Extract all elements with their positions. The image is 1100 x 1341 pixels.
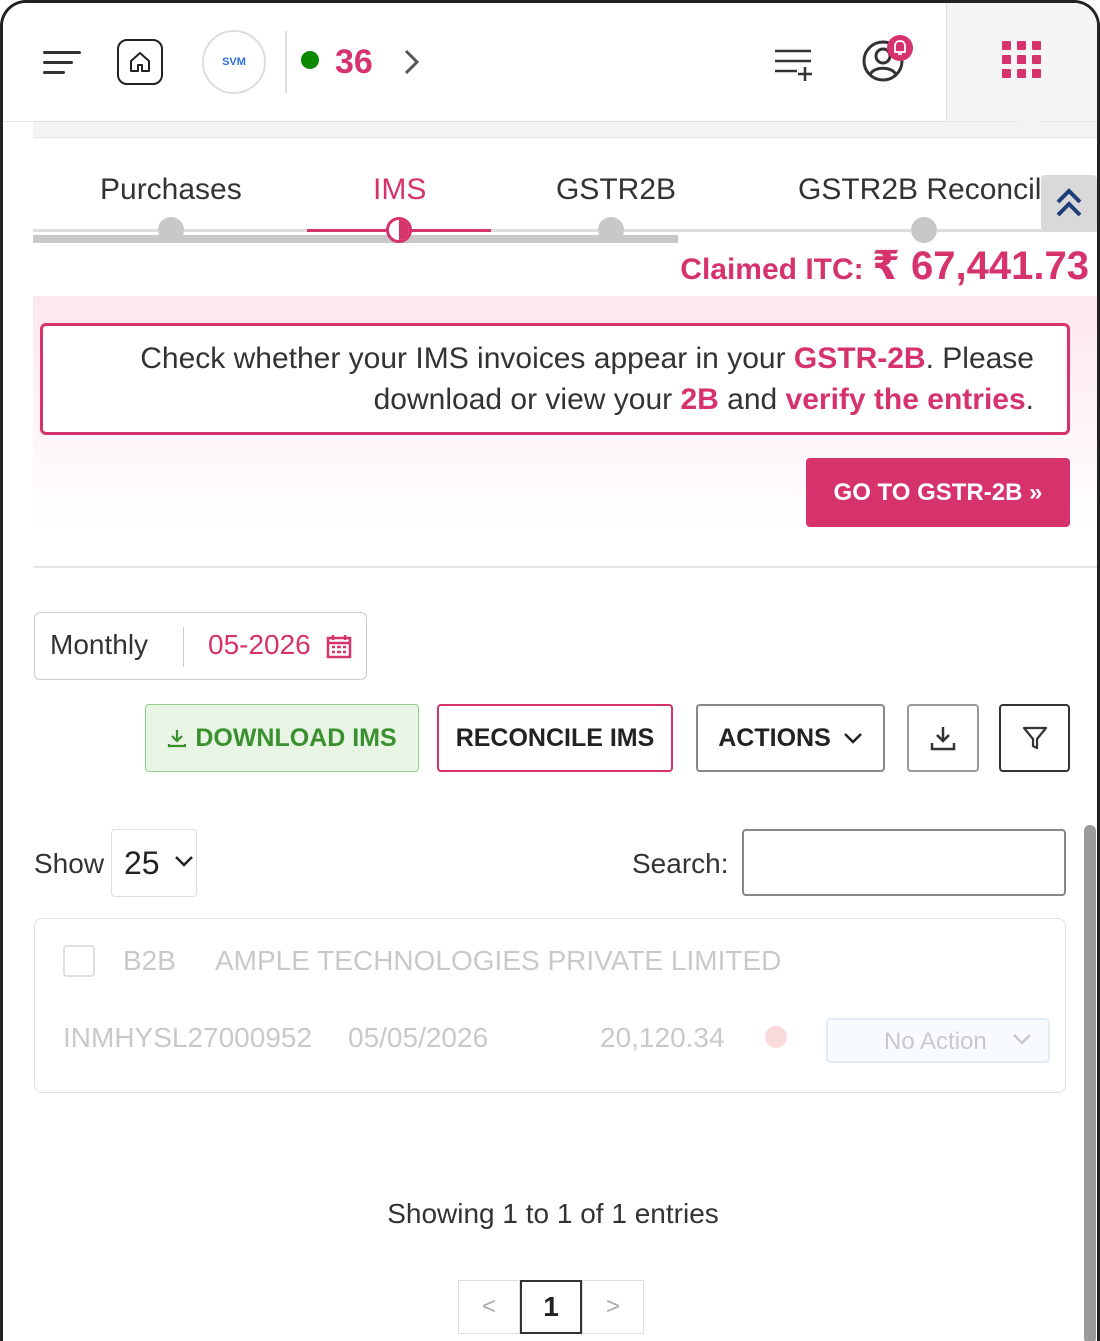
notice-link-gstr2b[interactable]: GSTR-2B [794,342,926,375]
row-party: AMPLE TECHNOLOGIES PRIVATE LIMITED [215,945,782,976]
progress-track-rest [678,229,1097,232]
step-node-purchases [158,217,184,243]
step-node-ims [386,217,412,243]
hamburger-icon[interactable] [43,49,81,77]
row-amount: 20,120.34 [600,1022,725,1053]
tab-ims[interactable]: IMS [373,173,426,207]
section-divider [33,566,1097,568]
notice-link-2b[interactable]: 2B [680,383,718,416]
filter-icon [1022,726,1047,750]
page-size-select[interactable]: 25 [111,829,197,897]
client-count[interactable]: 36 [335,43,373,82]
page-button-current[interactable]: 1 [520,1280,582,1334]
download-ims-button[interactable]: DOWNLOAD IMS [145,704,419,772]
notice-link-verify[interactable]: verify the entries [786,383,1026,416]
top-bar: SVM 36 [3,3,1097,122]
next-page-button[interactable]: > [582,1280,644,1334]
reconcile-ims-label: RECONCILE IMS [455,723,655,752]
filter-button[interactable] [999,704,1070,772]
search-label: Search: [632,848,729,879]
tab-purchases[interactable]: Purchases [100,173,242,207]
notice-text: and [718,383,786,416]
notice-text: . [1025,383,1034,416]
chevron-right-icon[interactable] [403,47,421,85]
row-type: B2B [123,945,176,976]
logo-text: SVM [222,56,246,68]
download-ims-label: DOWNLOAD IMS [195,723,397,752]
period-mode[interactable]: Monthly [50,629,148,661]
tab-gstr2b-reconcile[interactable]: GSTR2B Reconcile [798,173,1058,207]
download-icon [930,727,956,751]
app-frame: SVM 36 Purchases IMS GSTR2B GSTR2B Recon… [0,0,1100,1341]
calendar-icon[interactable] [326,633,352,664]
search-input[interactable] [742,829,1066,896]
claimed-itc: Claimed ITC: ₹ 67,441.73 [680,243,1089,289]
chevron-down-icon [175,856,193,867]
step-node-reconcile [911,217,937,243]
actions-dropdown[interactable]: ACTIONS [696,704,885,772]
download-icon [168,730,187,748]
company-logo[interactable]: SVM [202,30,266,94]
page-size-value: 25 [124,845,160,881]
notice-text: Check whether your IMS invoices appear i… [140,342,794,375]
home-button[interactable] [117,39,163,85]
progress-track-fill [33,235,678,243]
actions-label: ACTIONS [718,723,831,752]
claimed-itc-amount: ₹ 67,441.73 [872,244,1089,288]
subbar [33,122,1097,138]
bell-icon[interactable] [887,35,913,61]
row-checkbox[interactable] [63,945,95,977]
tab-gstr2b[interactable]: GSTR2B [556,173,676,207]
online-status-dot [301,51,319,69]
export-button[interactable] [907,704,979,772]
scroll-top-button[interactable] [1041,175,1097,231]
row-action-select[interactable]: No Action [826,1018,1050,1063]
row-date: 05/05/2026 [348,1022,489,1053]
step-node-gstr2b [598,217,624,243]
double-chevron-up-icon [1056,188,1082,217]
gstr2b-notice: Check whether your IMS invoices appear i… [40,323,1070,435]
period-selector[interactable]: Monthly 05-2026 [34,612,367,680]
table-row: B2B AMPLE TECHNOLOGIES PRIVATE LIMITED I… [34,918,1066,1093]
add-queue-icon[interactable] [773,47,817,83]
divider [285,31,287,93]
go-to-gstr2b-button[interactable]: GO TO GSTR-2B » [806,458,1070,527]
entries-info: Showing 1 to 1 of 1 entries [387,1198,719,1229]
reconcile-ims-button[interactable]: RECONCILE IMS [437,704,673,772]
scrollbar[interactable] [1084,825,1096,1341]
claimed-itc-label: Claimed ITC: [680,253,864,286]
prev-page-button[interactable]: < [458,1280,520,1334]
show-label: Show [34,848,105,879]
chevron-down-icon [843,733,862,744]
apps-grid-icon[interactable] [1002,41,1044,79]
home-icon [130,52,150,72]
period-divider [183,627,184,667]
pagination: < 1 > [458,1280,644,1334]
row-status-dot [765,1026,787,1048]
chevron-down-icon [1013,1034,1031,1045]
row-invoice: INMHYSL27000952 [63,1022,313,1053]
row-action-value: No Action [884,1028,987,1055]
period-month[interactable]: 05-2026 [208,629,311,661]
